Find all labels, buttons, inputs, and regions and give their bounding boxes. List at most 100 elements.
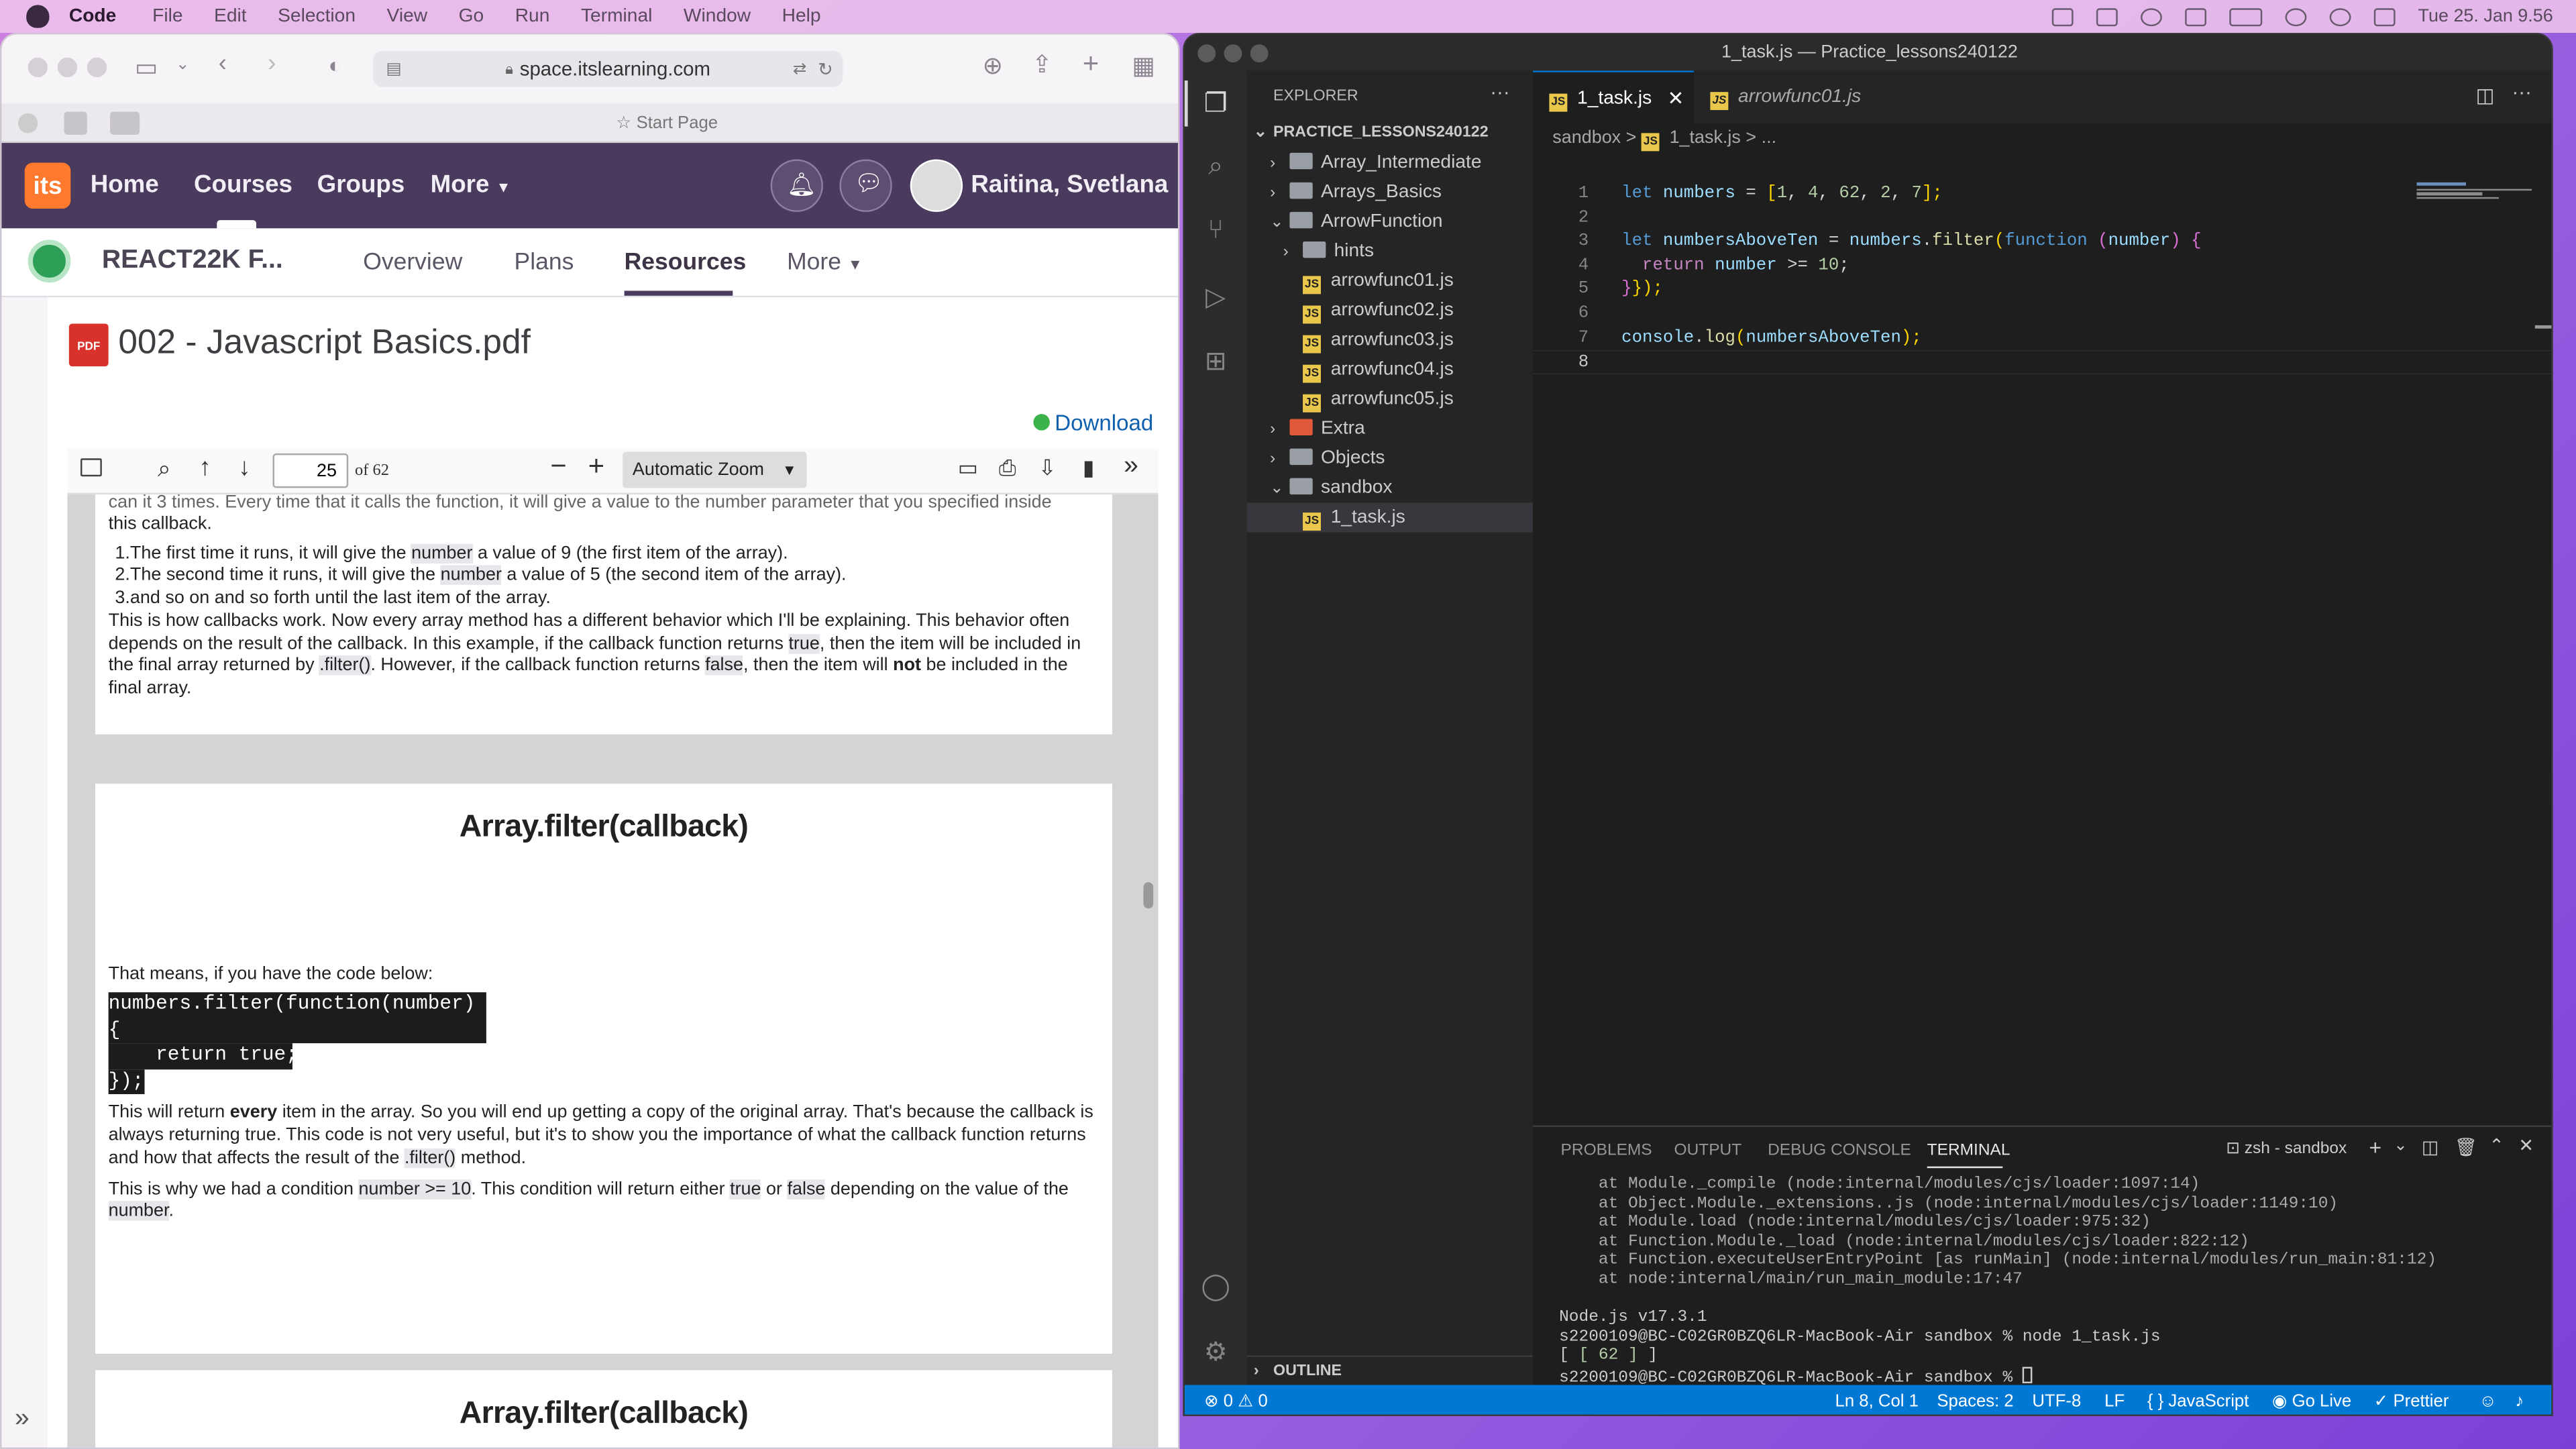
- minimize-window-button[interactable]: [57, 57, 78, 78]
- nav-groups[interactable]: Groups: [317, 171, 405, 199]
- search-icon[interactable]: ⌕: [1199, 153, 1232, 186]
- menu-terminal[interactable]: Terminal: [581, 7, 652, 26]
- tab-plans[interactable]: Plans: [515, 250, 574, 276]
- problems-status[interactable]: ⊗ 0 ⚠ 0: [1204, 1391, 1268, 1411]
- sidebar-toggle-icon[interactable]: ▭: [135, 52, 158, 83]
- zoom-select[interactable]: Automatic Zoom ▼: [623, 451, 807, 488]
- file-arrowfunc04[interactable]: JS arrowfunc04.js: [1247, 355, 1533, 384]
- menu-window[interactable]: Window: [684, 7, 751, 26]
- file-arrowfunc05[interactable]: JS arrowfunc05.js: [1247, 384, 1533, 414]
- breadcrumb-item[interactable]: 1_task.js: [1670, 128, 1741, 148]
- tab-arrowfunc01[interactable]: JS arrowfunc01.js: [1694, 70, 1874, 123]
- workspace-root[interactable]: ⌄ PRACTICE_LESSONS240122: [1247, 118, 1533, 148]
- tab-debug-console[interactable]: DEBUG CONSOLE: [1768, 1142, 1911, 1160]
- close-tab-icon[interactable]: ✕: [1668, 72, 1684, 125]
- apple-icon[interactable]: [26, 5, 50, 28]
- search-icon[interactable]: [2329, 7, 2351, 25]
- split-editor-icon[interactable]: ◫: [2476, 84, 2495, 107]
- folder-arrowfunction[interactable]: ⌄ ArrowFunction: [1247, 207, 1533, 237]
- translate-icon[interactable]: ⇄: [793, 60, 807, 78]
- chevron-down-icon[interactable]: ⌄: [2394, 1137, 2408, 1155]
- back-icon[interactable]: ‹: [219, 49, 227, 77]
- bookmark-icon[interactable]: ▮: [1083, 455, 1095, 481]
- tab-1-task[interactable]: JS 1_task.js ✕: [1532, 70, 1694, 125]
- explorer-icon[interactable]: ❐: [1199, 87, 1232, 120]
- pdf-search-icon[interactable]: ⌕: [158, 455, 170, 483]
- status-icon-1[interactable]: [2051, 7, 2074, 25]
- new-tab-icon[interactable]: +: [1083, 48, 1099, 80]
- language-mode[interactable]: { } JavaScript: [2147, 1391, 2249, 1411]
- pdf-scrollbar-thumb[interactable]: [1143, 882, 1154, 909]
- play-icon[interactable]: [2140, 7, 2162, 25]
- close-panel-icon[interactable]: ✕: [2518, 1135, 2534, 1157]
- encoding-status[interactable]: UTF-8: [2032, 1391, 2081, 1411]
- menu-go[interactable]: Go: [459, 7, 484, 26]
- wifi-icon[interactable]: [2285, 7, 2307, 25]
- tab-terminal[interactable]: TERMINAL: [1927, 1142, 2010, 1160]
- menu-file[interactable]: File: [152, 7, 182, 26]
- course-title[interactable]: REACT22K F...: [102, 246, 283, 276]
- favicon-2[interactable]: [64, 111, 87, 135]
- nav-courses[interactable]: Courses: [194, 171, 292, 199]
- indentation-status[interactable]: Spaces: 2: [1937, 1391, 2013, 1411]
- presentation-mode-icon[interactable]: ▭: [958, 455, 978, 481]
- tab-more[interactable]: More ▼: [787, 250, 863, 276]
- breadcrumb-item[interactable]: ...: [1762, 128, 1776, 148]
- cursor-position[interactable]: Ln 8, Col 1: [1835, 1391, 1919, 1411]
- split-terminal-icon[interactable]: ◫: [2422, 1137, 2438, 1158]
- share-icon[interactable]: ⇪: [1032, 49, 1053, 79]
- menu-app-name[interactable]: Code: [69, 7, 116, 26]
- address-bar[interactable]: ▤ 🔒︎ space.itslearning.com ⇄ ↻: [372, 50, 843, 87]
- folder-extra[interactable]: › Extra: [1247, 414, 1533, 443]
- file-1-task[interactable]: JS 1_task.js: [1246, 502, 1533, 533]
- editor-more-icon[interactable]: ···: [2512, 80, 2532, 103]
- settings-gear-icon[interactable]: ⚙: [1199, 1336, 1232, 1368]
- notifications-bell-icon[interactable]: 🔔︎: [770, 159, 823, 212]
- previous-page-icon[interactable]: ↑: [199, 453, 211, 482]
- battery-icon[interactable]: [2229, 7, 2262, 25]
- zoom-out-icon[interactable]: −: [550, 450, 566, 483]
- folder-arrays-basics[interactable]: › Arrays_Basics: [1247, 177, 1533, 207]
- pdf-viewer[interactable]: can it 3 times. Every time that it calls…: [67, 494, 1159, 1448]
- download-link[interactable]: Download: [1033, 411, 1153, 435]
- tab-overview[interactable]: Overview: [363, 250, 462, 276]
- extensions-icon[interactable]: ⊞: [1199, 345, 1232, 378]
- zoom-window-button[interactable]: [87, 57, 107, 78]
- save-icon[interactable]: ⇩: [1038, 455, 1057, 481]
- code-editor[interactable]: 1 let numbers = [1, 4, 62, 2, 7]; 2 3 let …: [1532, 153, 2552, 1073]
- status-icon-2[interactable]: [2096, 7, 2118, 25]
- go-live-button[interactable]: ◉ Go Live: [2272, 1391, 2351, 1411]
- menu-selection[interactable]: Selection: [278, 7, 356, 26]
- page-number-input[interactable]: [272, 453, 349, 488]
- pdf-sidebar-toggle-icon[interactable]: [80, 458, 102, 477]
- breadcrumb-item[interactable]: sandbox: [1552, 128, 1621, 148]
- file-arrowfunc01[interactable]: JS arrowfunc01.js: [1247, 266, 1533, 296]
- file-arrowfunc02[interactable]: JS arrowfunc02.js: [1247, 296, 1533, 325]
- menubar-clock[interactable]: Tue 25. Jan 9.56: [2418, 7, 2553, 26]
- tab-problems[interactable]: PROBLEMS: [1561, 1142, 1652, 1160]
- chevron-down-icon[interactable]: ⌄: [176, 56, 190, 74]
- tab-resources[interactable]: Resources: [625, 250, 747, 276]
- zoom-window-button[interactable]: [1250, 44, 1269, 63]
- minimize-window-button[interactable]: [1224, 44, 1242, 63]
- print-icon[interactable]: ⎙: [999, 455, 1016, 481]
- terminal-output[interactable]: at Module._compile (node:internal/module…: [1533, 1176, 2551, 1388]
- download-icon[interactable]: ⊕: [983, 51, 1004, 80]
- favicon-1[interactable]: [17, 113, 38, 133]
- prettier-status[interactable]: ✓ Prettier: [2374, 1391, 2449, 1411]
- folder-hints[interactable]: › hints: [1247, 237, 1533, 266]
- file-arrowfunc03[interactable]: JS arrowfunc03.js: [1247, 325, 1533, 355]
- source-control-icon[interactable]: ⑂: [1199, 217, 1232, 250]
- shield-icon[interactable]: ◐: [329, 52, 341, 77]
- nav-home[interactable]: Home: [91, 171, 159, 199]
- expand-icon[interactable]: »: [15, 1405, 30, 1434]
- eol-status[interactable]: LF: [2104, 1391, 2125, 1411]
- accounts-icon[interactable]: ◯: [1199, 1270, 1232, 1303]
- nav-more[interactable]: More ▼: [431, 171, 511, 199]
- close-window-button[interactable]: [1197, 44, 1216, 63]
- notifications-bell-icon[interactable]: ♪: [2515, 1391, 2524, 1411]
- menu-run[interactable]: Run: [515, 7, 550, 26]
- next-page-icon[interactable]: ↓: [238, 453, 250, 482]
- folder-array-intermediate[interactable]: › Array_Intermediate: [1247, 148, 1533, 177]
- reload-icon[interactable]: ↻: [818, 58, 833, 79]
